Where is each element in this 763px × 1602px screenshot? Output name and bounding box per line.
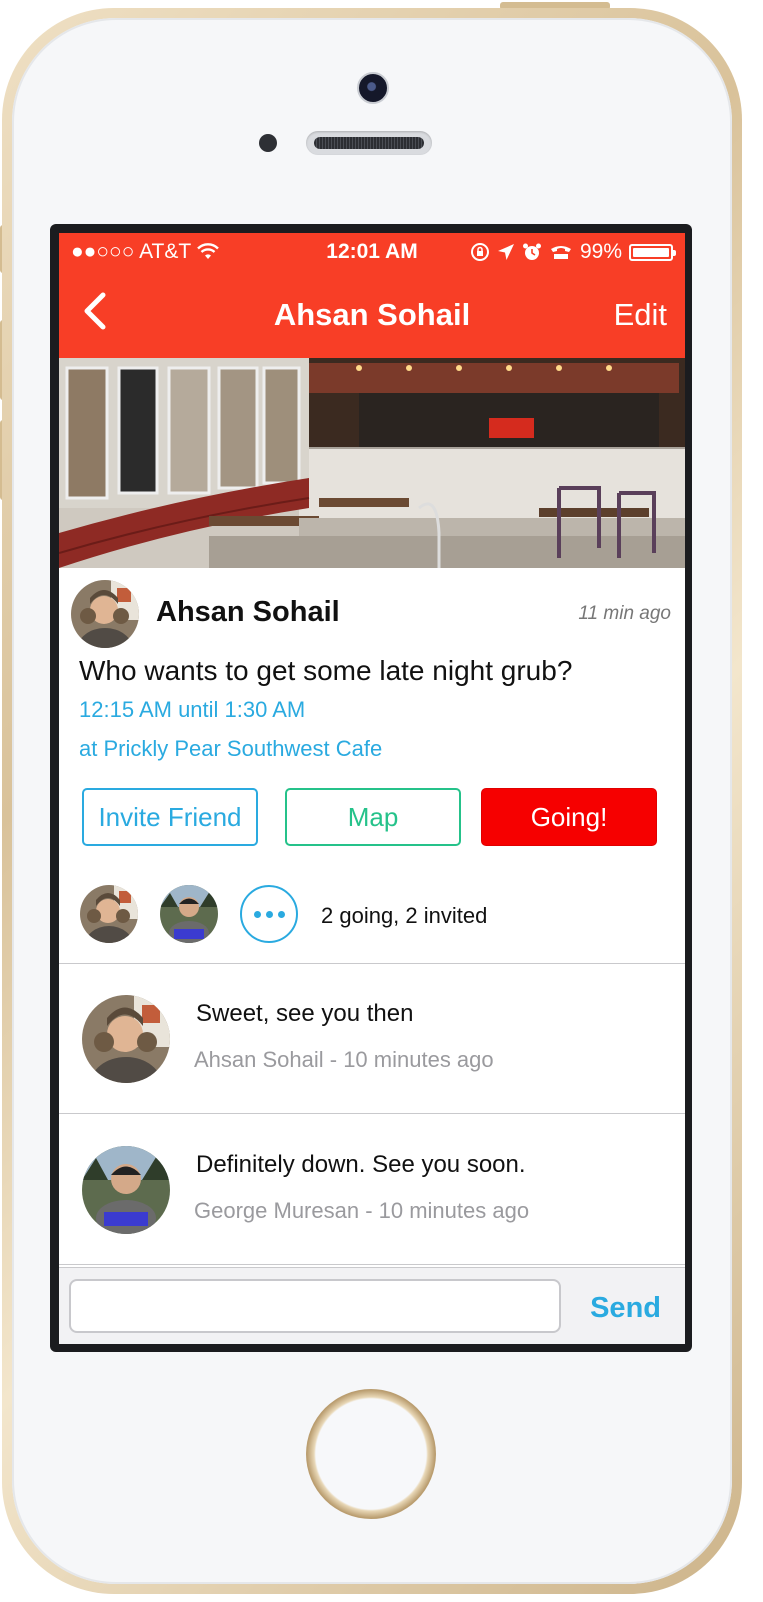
comment-avatar[interactable] bbox=[82, 1146, 170, 1234]
edit-button[interactable]: Edit bbox=[614, 297, 667, 333]
attendance-summary: 2 going, 2 invited bbox=[321, 903, 488, 928]
post-timestamp: 11 min ago bbox=[578, 603, 671, 624]
event-location-link[interactable]: at Prickly Pear Southwest Cafe bbox=[79, 736, 382, 762]
comment-text: Definitely down. See you soon. bbox=[196, 1151, 526, 1178]
comment-meta: George Muresan - 10 minutes ago bbox=[194, 1198, 530, 1223]
comment-avatar[interactable] bbox=[82, 995, 170, 1083]
divider bbox=[59, 963, 685, 964]
comment-input[interactable] bbox=[69, 1279, 561, 1333]
rotation-lock-icon bbox=[470, 243, 489, 261]
home-button[interactable] bbox=[306, 1389, 436, 1519]
post-author-avatar[interactable] bbox=[71, 580, 139, 648]
status-bar: ●●○○○ AT&T 12:01 AM 99% bbox=[59, 233, 685, 273]
battery-percent: 99% bbox=[579, 240, 622, 263]
attendee-avatar[interactable] bbox=[160, 885, 218, 943]
earpiece-speaker bbox=[306, 131, 432, 155]
going-button[interactable]: Going! bbox=[481, 788, 657, 846]
app-screen: ●●○○○ AT&T 12:01 AM 99% Ahsan Sohail Edi… bbox=[59, 233, 685, 1344]
divider bbox=[59, 1264, 685, 1265]
comment-meta: Ahsan Sohail - 10 minutes ago bbox=[194, 1047, 494, 1072]
alarm-icon bbox=[522, 243, 541, 260]
event-time-range: 12:15 AM until 1:30 AM bbox=[79, 697, 306, 722]
location-icon bbox=[497, 244, 514, 260]
battery-icon bbox=[629, 243, 676, 261]
page-title: Ahsan Sohail bbox=[273, 297, 471, 332]
map-button[interactable]: Map bbox=[285, 788, 461, 846]
invite-friend-button[interactable]: Invite Friend bbox=[82, 788, 258, 846]
attendee-avatar[interactable] bbox=[80, 885, 138, 943]
compose-bar: Send bbox=[59, 1267, 685, 1344]
tty-icon bbox=[550, 246, 571, 259]
post-author-name[interactable]: Ahsan Sohail bbox=[156, 596, 340, 629]
comment-text: Sweet, see you then bbox=[196, 1000, 414, 1027]
venue-photo bbox=[59, 358, 685, 568]
divider bbox=[59, 1113, 685, 1114]
more-attendees-button[interactable] bbox=[240, 885, 298, 943]
navigation-bar: Ahsan Sohail Edit bbox=[59, 273, 685, 358]
post-message: Who wants to get some late night grub? bbox=[79, 655, 573, 686]
proximity-sensor bbox=[259, 134, 277, 152]
front-camera bbox=[357, 72, 389, 104]
ellipsis-icon bbox=[253, 910, 285, 918]
send-button[interactable]: Send bbox=[590, 1292, 661, 1325]
